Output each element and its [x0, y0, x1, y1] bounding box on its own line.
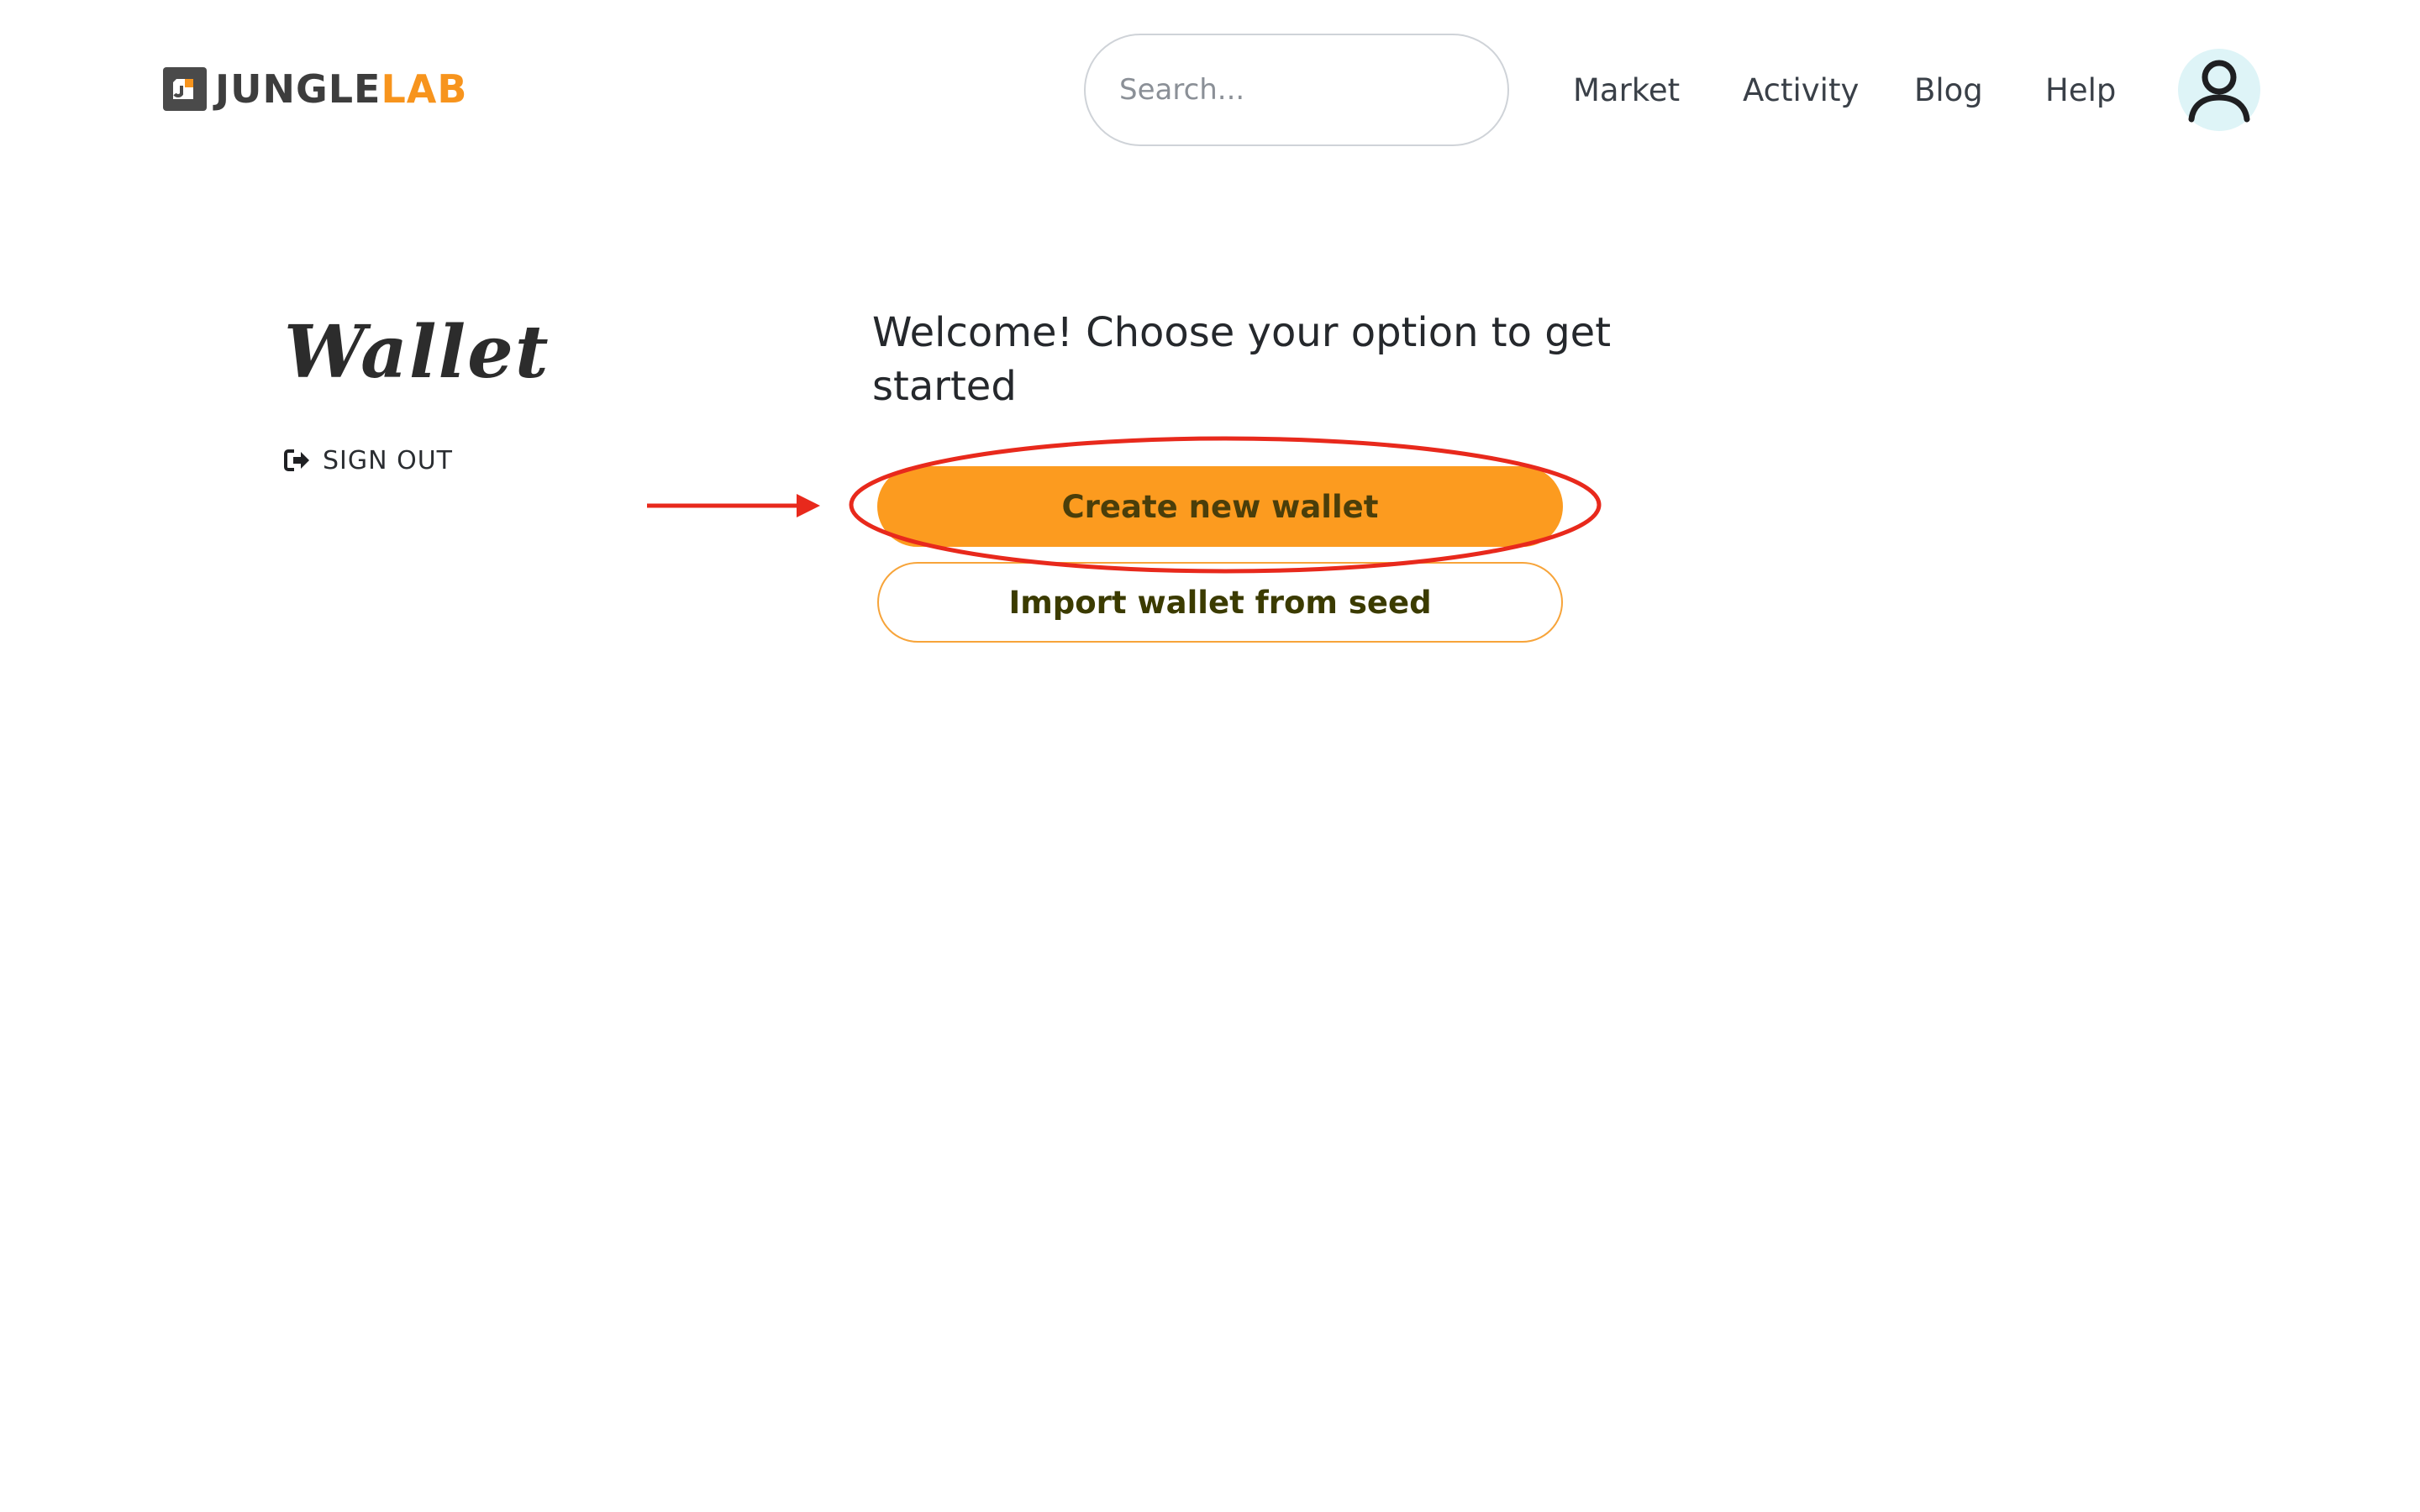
- search-box[interactable]: [1084, 34, 1509, 146]
- search-input[interactable]: [1118, 72, 1477, 108]
- nav-help[interactable]: Help: [2045, 66, 2116, 116]
- arrow-right-icon: [647, 494, 820, 517]
- user-avatar-icon: [2188, 60, 2250, 123]
- user-avatar[interactable]: [2178, 49, 2260, 131]
- nav-blog[interactable]: Blog: [1914, 66, 1983, 116]
- brand-logo[interactable]: JUNGLELAB: [163, 66, 467, 113]
- import-wallet-button[interactable]: Import wallet from seed: [877, 562, 1563, 643]
- junglelab-logo-icon: [163, 67, 207, 111]
- sign-out-button[interactable]: SIGN OUT: [284, 444, 453, 477]
- nav-market[interactable]: Market: [1573, 66, 1680, 116]
- sign-out-label: SIGN OUT: [323, 445, 454, 475]
- sign-out-icon: [284, 449, 309, 471]
- logo-text: JUNGLELAB: [215, 66, 467, 113]
- page-title: Wallet: [284, 310, 550, 395]
- nav-activity[interactable]: Activity: [1743, 66, 1859, 116]
- annotation-overlay: [647, 436, 1602, 574]
- logo-text-jungle: JUNGLE: [215, 66, 381, 112]
- welcome-message: Welcome! Choose your option to get start…: [872, 309, 1612, 410]
- create-wallet-button[interactable]: Create new wallet: [877, 466, 1563, 547]
- logo-text-lab: LAB: [381, 66, 468, 112]
